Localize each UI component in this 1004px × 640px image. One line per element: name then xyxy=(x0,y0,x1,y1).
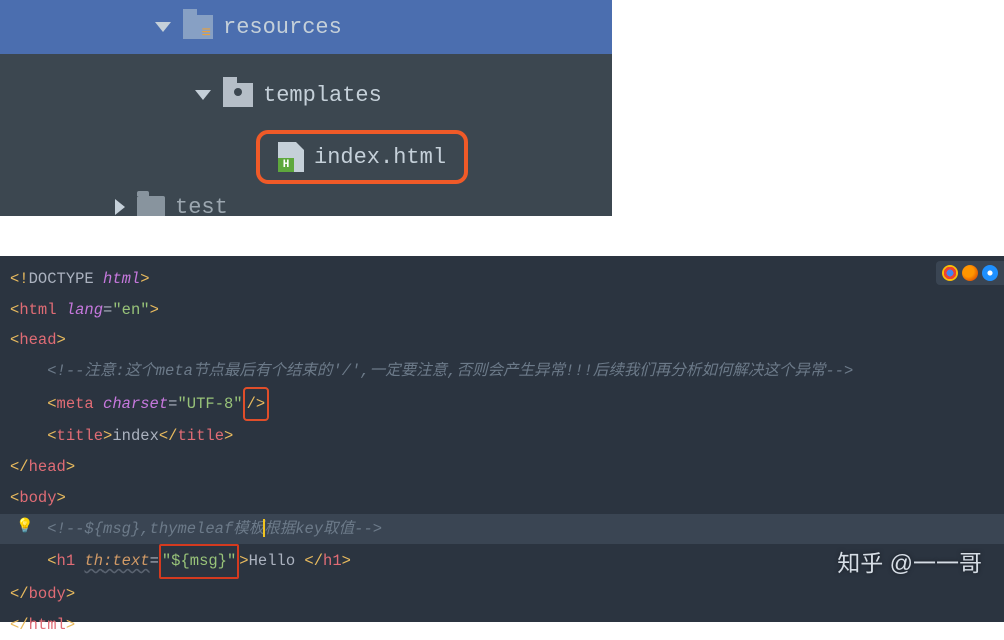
code-line-2[interactable]: <html lang="en"> xyxy=(10,295,994,326)
chevron-down-icon[interactable] xyxy=(195,90,211,100)
code-line-9[interactable]: 💡 <!--${msg},thymeleaf模板根据key取值--> xyxy=(0,514,1004,545)
tree-label: resources xyxy=(223,15,342,40)
code-line-5[interactable]: <meta charset="UTF-8"/> xyxy=(10,387,994,422)
tree-label: test xyxy=(175,195,228,217)
chevron-right-icon[interactable] xyxy=(115,199,125,215)
code-editor[interactable]: <!DOCTYPE html> <html lang="en"> <head> … xyxy=(0,256,1004,622)
templates-folder-icon xyxy=(223,83,253,107)
code-line-8[interactable]: <body> xyxy=(10,483,994,514)
code-line-4[interactable]: <!--注意:这个meta节点最后有个结束的'/',一定要注意,否则会产生异常!… xyxy=(10,356,994,387)
code-line-7[interactable]: </head> xyxy=(10,452,994,483)
code-line-12[interactable]: </html> xyxy=(10,610,994,640)
tree-item-index-html[interactable]: index.html xyxy=(256,130,468,184)
tree-item-test[interactable]: test xyxy=(0,192,612,216)
tree-label: index.html xyxy=(314,145,446,170)
tree-item-resources[interactable]: resources xyxy=(0,0,612,54)
html-file-icon xyxy=(278,142,304,172)
highlight-box-msg: "${msg}" xyxy=(159,544,239,579)
code-line-6[interactable]: <title>index</title> xyxy=(10,421,994,452)
tree-item-templates[interactable]: templates xyxy=(0,68,612,122)
project-tree-panel: resources templates index.html test xyxy=(0,0,612,216)
code-line-3[interactable]: <head> xyxy=(10,325,994,356)
lightbulb-icon[interactable]: 💡 xyxy=(16,514,33,542)
watermark: 知乎 @一一哥 xyxy=(837,541,982,587)
chevron-down-icon[interactable] xyxy=(155,22,171,32)
code-line-1[interactable]: <!DOCTYPE html> xyxy=(10,264,994,295)
folder-icon xyxy=(137,196,165,216)
highlight-box-self-close: /> xyxy=(243,387,270,422)
tree-label: templates xyxy=(263,83,382,108)
resources-folder-icon xyxy=(183,15,213,39)
